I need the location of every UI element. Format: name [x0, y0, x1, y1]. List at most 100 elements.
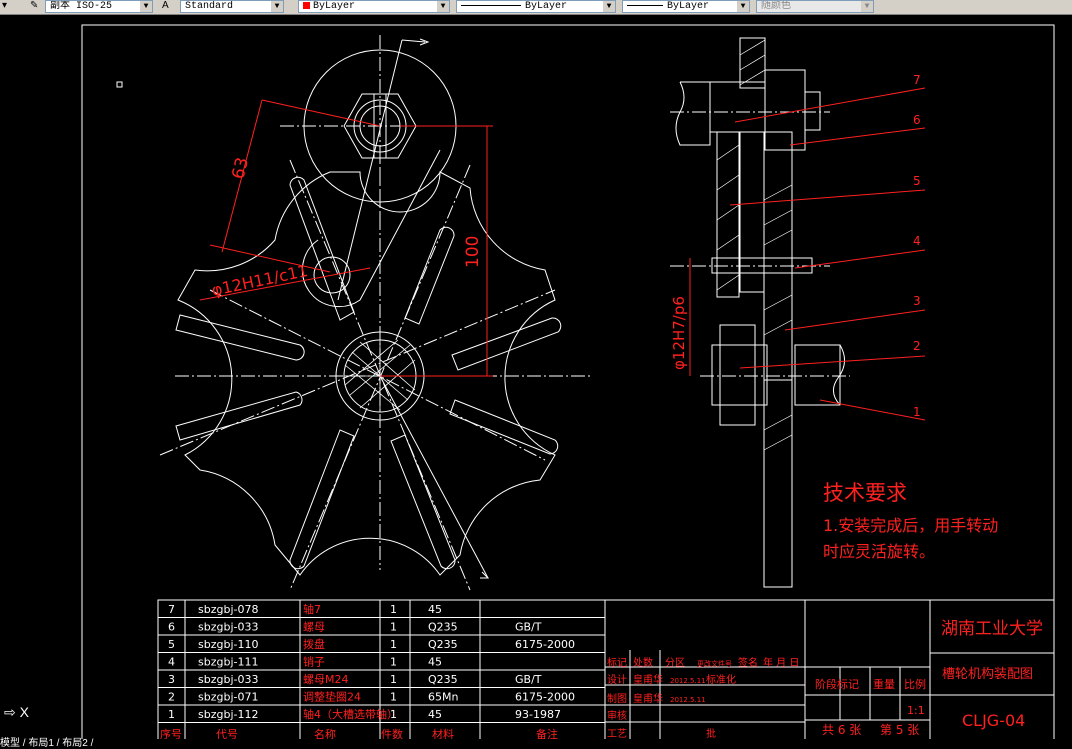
- linetype-select[interactable]: ByLayer ▼: [456, 0, 616, 13]
- bom-cell-note: 6175-2000: [515, 691, 575, 704]
- title-block-fields: 标记 处数 分区 更改文件号 签名 年 月 日 设计 皇甫华 2012.5.11…: [607, 656, 799, 739]
- chevron-down-icon[interactable]: ▼: [861, 1, 873, 12]
- bom-cell-code: sbzgbj-078: [198, 603, 258, 616]
- bom-header-no: 序号: [160, 727, 182, 739]
- bom-cell-note: GB/T: [515, 621, 542, 634]
- callout-1: 1: [913, 405, 921, 419]
- bom-cell-code: sbzgbj-112: [198, 708, 258, 721]
- bom-cell-code: sbzgbj-033: [198, 621, 258, 634]
- bom-cell-mat: 45: [428, 603, 442, 616]
- stage-label: 阶段标记: [815, 677, 859, 691]
- tb-designer: 皇甫华: [633, 673, 663, 686]
- tb-sign: 签名: [738, 656, 758, 669]
- bom-cell-no: 4: [168, 656, 175, 669]
- layout-tabs[interactable]: 模型 / 布局1 / 布局2 /: [0, 739, 300, 749]
- tb-design: 设计: [607, 673, 627, 686]
- weight-label: 重量: [873, 677, 895, 691]
- bom-header-code: 代号: [216, 728, 238, 739]
- bom-cell-mat: 45: [428, 708, 442, 721]
- bom-cell-name: 调整垫圈24: [303, 690, 361, 704]
- bom-cell-name: 拨盘: [303, 637, 325, 651]
- properties-toolbar: ▾ ✎ 副本 ISO-25 ▼ A Standard ▼ ByLayer ▼ ByLa…: [0, 0, 1072, 15]
- university-name: 湖南工业大学: [941, 619, 1043, 639]
- sheet-number: 第 5 张: [880, 723, 919, 737]
- bom-cell-qty: 1: [390, 708, 397, 721]
- bom-cell-no: 5: [168, 638, 175, 651]
- dimstyle-icon[interactable]: ✎: [30, 0, 44, 13]
- tb-process: 工艺: [607, 728, 627, 739]
- chevron-down-icon[interactable]: ▼: [140, 1, 152, 12]
- bom-cell-no: 6: [168, 621, 175, 634]
- bom-cell-code: sbzgbj-071: [198, 691, 258, 704]
- bom-cell-name: 销子: [303, 655, 325, 669]
- drawing-name: 槽轮机构装配图: [942, 667, 1033, 682]
- bom-cell-qty: 1: [390, 621, 397, 634]
- tb-count: 处数: [633, 656, 653, 669]
- bom-cell-note: GB/T: [515, 673, 542, 686]
- tb-ymd: 年 月 日: [763, 656, 799, 669]
- tech-title: 技术要求: [823, 481, 907, 505]
- bom-cell-no: 1: [168, 708, 175, 721]
- bom-cell-no: 3: [168, 673, 175, 686]
- bom-cell-code: sbzgbj-111: [198, 656, 258, 669]
- chevron-down-icon[interactable]: ▼: [437, 1, 449, 12]
- tb-std: 标准化: [706, 673, 736, 686]
- bom-cell-code: sbzgbj-110: [198, 638, 258, 651]
- tb-date1: 2012.5.11: [670, 677, 706, 685]
- tb-draw: 制图: [607, 692, 627, 705]
- scale-value: 1:1: [907, 704, 925, 717]
- bom-cell-name: 螺母M24: [303, 673, 349, 686]
- callout-numbers: 7 6 5 4 3 2 1: [913, 73, 921, 419]
- callout-7: 7: [913, 73, 921, 87]
- chevron-down-icon[interactable]: ▼: [603, 1, 615, 12]
- tb-mark: 标记: [607, 657, 627, 669]
- bom-cell-no: 7: [168, 603, 175, 616]
- tb-approve: 批: [706, 727, 716, 739]
- bom-cell-name: 螺母: [303, 621, 325, 634]
- scale-label: 比例: [904, 677, 926, 691]
- lineweight-select[interactable]: ByLayer ▼: [622, 0, 750, 13]
- lineweight-preview: [627, 4, 663, 6]
- dropdown-arrow-icon[interactable]: ▾: [2, 0, 22, 13]
- bom-cell-qty: 1: [390, 603, 397, 616]
- dim-63: 63: [228, 155, 253, 181]
- tb-drawer: 皇甫华: [633, 692, 663, 705]
- chevron-down-icon[interactable]: ▼: [271, 1, 283, 12]
- layout-tabs-label[interactable]: 模型 / 布局1 / 布局2 /: [0, 738, 93, 749]
- bom-cell-mat: 65Mn: [428, 691, 458, 704]
- textstyle-select[interactable]: Standard ▼: [180, 0, 284, 13]
- bom-header-qty: 件数: [381, 728, 403, 739]
- callout-4: 4: [913, 234, 921, 248]
- bom-cell-code: sbzgbj-033: [198, 673, 258, 686]
- linetype-preview: [461, 4, 521, 6]
- tech-line-1: 1.安装完成后，用手转动: [823, 516, 998, 535]
- ucs-x-label: X: [19, 704, 29, 720]
- bom-cell-qty: 1: [390, 673, 397, 686]
- leader-lines: [689, 87, 926, 421]
- bom-cell-note: 6175-2000: [515, 638, 575, 651]
- drawing-code: CLJG-04: [962, 711, 1025, 730]
- bom-header-note: 备注: [536, 727, 558, 739]
- bom-cell-note: 93-1987: [515, 708, 561, 721]
- tech-line-2: 时应灵活旋转。: [823, 542, 935, 561]
- dimstyle-select[interactable]: 副本 ISO-25 ▼: [45, 0, 153, 13]
- bom-cell-qty: 1: [390, 656, 397, 669]
- color-swatch-icon: [303, 1, 310, 9]
- color-select[interactable]: ByLayer ▼: [298, 0, 450, 13]
- geneva-wheel-view: [159, 35, 590, 591]
- plotstyle-select[interactable]: 随颜色 ▼: [756, 0, 874, 13]
- chevron-down-icon[interactable]: ▼: [737, 1, 749, 12]
- bom-cell-no: 2: [168, 691, 175, 704]
- bom-cell-mat: Q235: [428, 621, 458, 634]
- bom-cell-mat: Q235: [428, 638, 458, 651]
- bom-cell-mat: 45: [428, 656, 442, 669]
- drawing-canvas[interactable]: 63 100 φ12H11/c11 7 6 5 4 3 2 1 φ12H7/p6…: [0, 14, 1072, 739]
- dim-100: 100: [463, 236, 483, 268]
- textstyle-icon[interactable]: A: [162, 0, 176, 13]
- dim-fit-h7: φ12H7/p6: [670, 296, 688, 370]
- callout-2: 2: [913, 339, 921, 353]
- sheet-count: 共 6 张: [822, 723, 861, 737]
- bom-header-mat: 材料: [432, 727, 454, 739]
- bom-cell-qty: 1: [390, 691, 397, 704]
- callout-3: 3: [913, 294, 921, 308]
